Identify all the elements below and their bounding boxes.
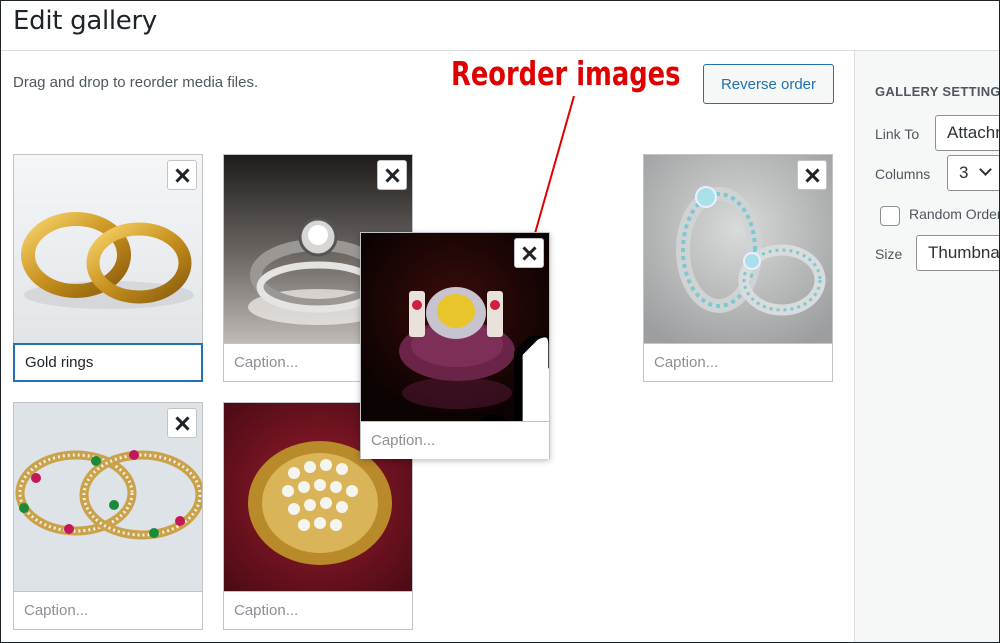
caption-input[interactable] (644, 343, 832, 381)
gallery-item-aquamarine-rings[interactable] (643, 154, 833, 382)
page-title: Edit gallery (13, 6, 157, 36)
random-order-label: Random Order (909, 206, 1000, 222)
caption-input[interactable] (361, 421, 549, 459)
gallery-main: Drag and drop to reorder media files. Re… (1, 51, 854, 642)
settings-title: GALLERY SETTINGS (875, 84, 1000, 99)
gallery-item-ruby-ring-dragging[interactable] (360, 232, 550, 459)
gallery-settings-sidebar: GALLERY SETTINGS Link To Attachment Page… (854, 51, 1000, 642)
size-value: Thumbnail (928, 243, 1000, 262)
edit-gallery-modal: Edit gallery Drag and drop to reorder me… (0, 0, 1000, 643)
link-to-select[interactable]: Attachment Page (935, 115, 999, 151)
random-order-checkbox[interactable] (880, 206, 900, 226)
remove-image-button[interactable] (377, 160, 407, 190)
reorder-annotation: Reorder images (451, 54, 681, 93)
caption-input[interactable] (224, 591, 412, 629)
size-label: Size (875, 246, 903, 262)
size-select[interactable]: Thumbnail (916, 235, 1000, 271)
caption-input[interactable] (13, 343, 203, 382)
link-to-value: Attachment Page (947, 123, 999, 142)
caption-input[interactable] (14, 591, 202, 629)
remove-image-button[interactable] (167, 160, 197, 190)
remove-image-button[interactable] (797, 160, 827, 190)
modal-header: Edit gallery (1, 1, 999, 51)
gallery-item-gold-rings[interactable] (13, 154, 203, 382)
instructions-text: Drag and drop to reorder media files. (13, 74, 259, 91)
columns-select[interactable]: 3 (947, 155, 999, 191)
remove-image-button[interactable] (514, 238, 544, 268)
reverse-order-button[interactable]: Reverse order (703, 64, 834, 104)
hand-cursor-icon (481, 336, 549, 421)
columns-value: 3 (959, 163, 969, 182)
gallery-item-gem-bangles[interactable] (13, 402, 203, 630)
columns-label: Columns (875, 166, 931, 182)
link-to-label: Link To (875, 126, 920, 142)
chevron-down-icon (979, 163, 992, 176)
remove-image-button[interactable] (167, 408, 197, 438)
